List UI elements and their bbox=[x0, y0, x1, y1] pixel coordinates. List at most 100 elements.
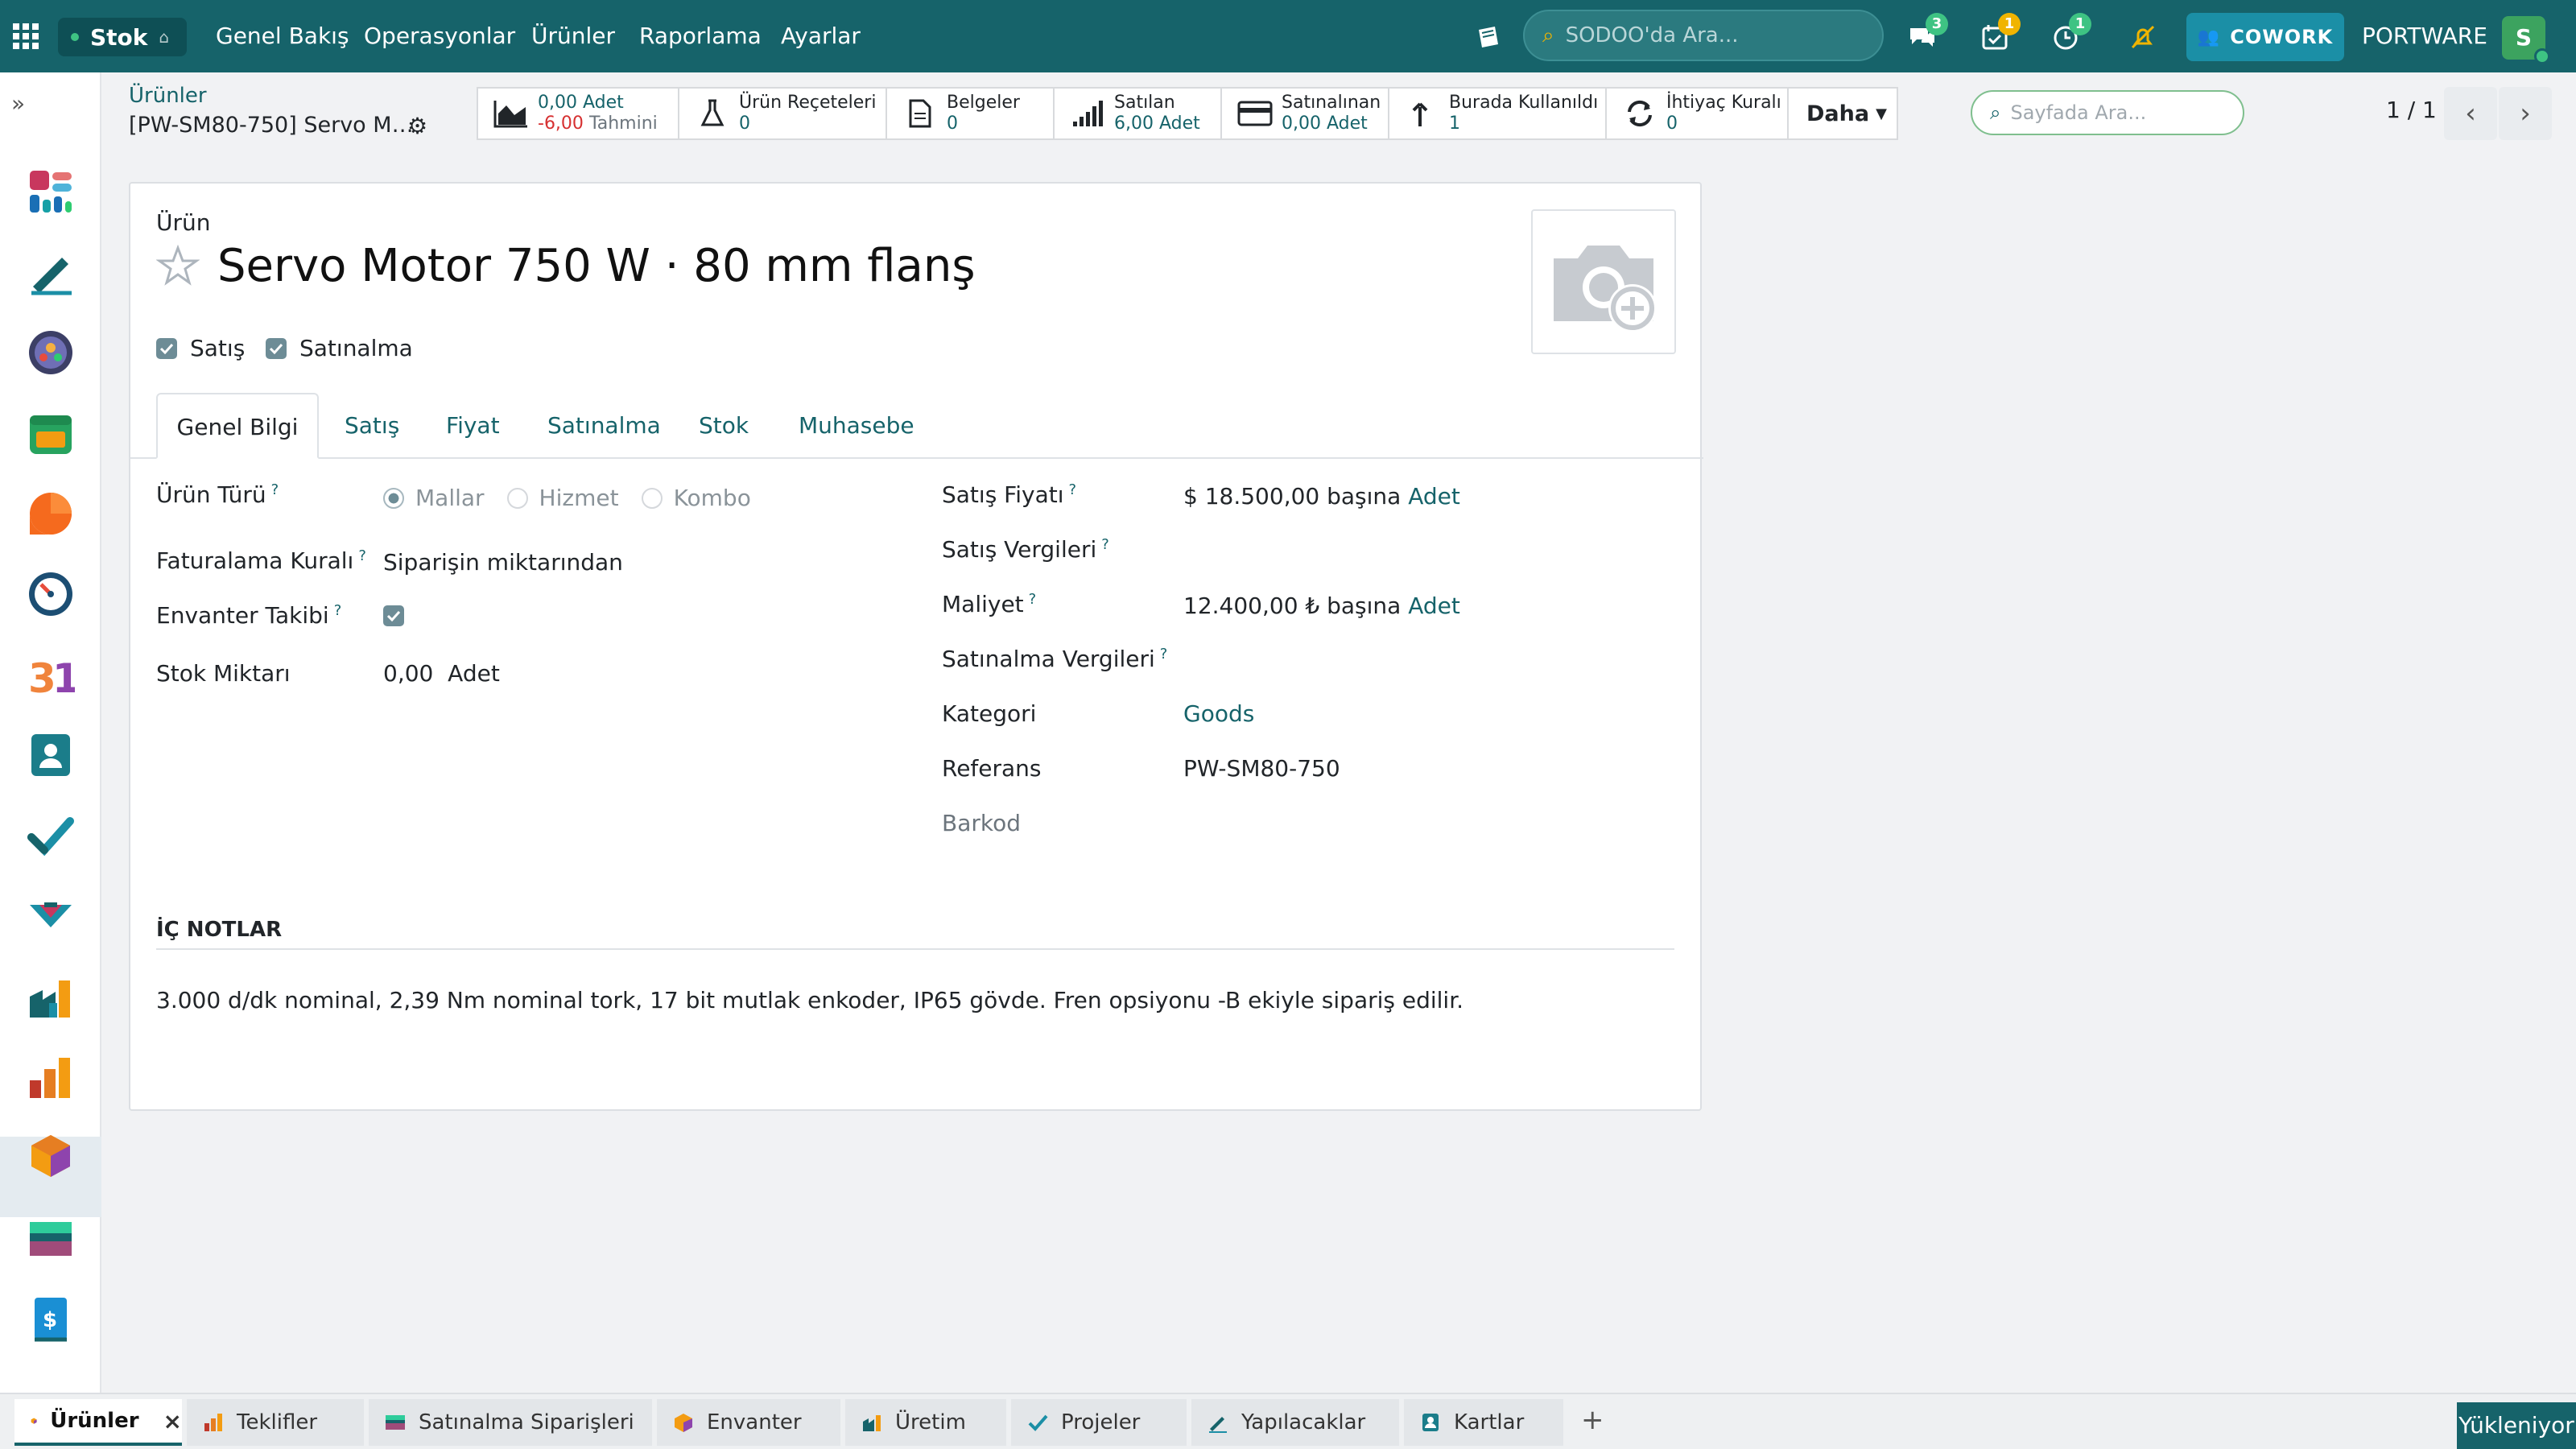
smart-button-documents[interactable]: Belgeler 0 bbox=[887, 89, 1055, 138]
rail-approvals-icon[interactable] bbox=[20, 886, 81, 947]
sold-label: Satılan bbox=[1114, 93, 1175, 113]
pager-next-button[interactable]: › bbox=[2499, 87, 2552, 140]
apps-grid-icon[interactable] bbox=[11, 22, 40, 51]
document-icon bbox=[902, 97, 939, 130]
rail-reports-icon[interactable] bbox=[20, 1046, 81, 1108]
menu-ayarlar[interactable]: Ayarlar bbox=[781, 0, 861, 72]
close-icon[interactable]: × bbox=[163, 1408, 182, 1435]
dock-tab-teklifler[interactable]: Teklifler bbox=[187, 1399, 364, 1446]
dock-tab-projeler[interactable]: Projeler bbox=[1011, 1399, 1187, 1446]
dock-tab-kartlar[interactable]: Kartlar bbox=[1404, 1399, 1563, 1446]
rail-todo-icon[interactable] bbox=[20, 805, 81, 866]
contact-card-icon bbox=[1422, 1414, 1439, 1431]
more-dropdown-button[interactable]: Daha ▼ bbox=[1789, 89, 1897, 138]
smart-button-purchased[interactable]: Satınalınan 0,00 Adet bbox=[1222, 89, 1389, 138]
timer-badge: 1 bbox=[2069, 13, 2091, 35]
gear-icon[interactable]: ⚙ bbox=[407, 113, 427, 139]
expand-rail-icon[interactable]: » bbox=[11, 90, 25, 117]
radio-mallar[interactable] bbox=[383, 487, 404, 509]
product-type-label: Ürün Türü? bbox=[156, 481, 279, 508]
tab-stok[interactable]: Stok bbox=[699, 393, 749, 459]
barcode-field[interactable] bbox=[1183, 805, 1666, 844]
rail-calendar-icon[interactable] bbox=[20, 402, 81, 464]
internal-notes-text[interactable]: 3.000 d/dk nominal, 2,39 Nm nominal tork… bbox=[156, 987, 1670, 1013]
chevron-left-icon: ‹ bbox=[2465, 97, 2476, 130]
activities-icon[interactable]: 1 bbox=[1974, 13, 2021, 58]
purchase-stripes-icon bbox=[386, 1415, 405, 1430]
category-value[interactable]: Goods bbox=[1183, 700, 1254, 727]
rail-inventory-icon[interactable] bbox=[20, 1125, 81, 1187]
refresh-icon bbox=[1621, 97, 1658, 130]
tab-satis[interactable]: Satış bbox=[345, 393, 399, 459]
documents-label: Belgeler bbox=[947, 93, 1020, 113]
dock-tab-envanter[interactable]: Envanter bbox=[657, 1399, 840, 1446]
tab-satinalma[interactable]: Satınalma bbox=[547, 393, 661, 459]
tab-fiyat[interactable]: Fiyat bbox=[446, 393, 500, 459]
menu-genel-bakis[interactable]: Genel Bakış bbox=[216, 0, 349, 72]
rail-sign-icon[interactable] bbox=[20, 242, 81, 303]
rail-purchase-icon[interactable] bbox=[20, 1208, 81, 1269]
rail-invoicing-icon[interactable]: $ bbox=[20, 1288, 81, 1349]
inventory-tracking-checkbox[interactable] bbox=[383, 605, 404, 626]
smart-button-bom[interactable]: Ürün Reçeteleri 0 bbox=[679, 89, 887, 138]
smart-button-sold[interactable]: Satılan 6,00 Adet bbox=[1055, 89, 1222, 138]
breadcrumb-parent[interactable]: Ürünler bbox=[129, 84, 207, 108]
dock-tab-label: Envanter bbox=[707, 1410, 802, 1435]
messages-icon[interactable]: 3 bbox=[1901, 13, 1948, 58]
timer-icon[interactable]: 1 bbox=[2045, 13, 2091, 58]
user-avatar[interactable]: S bbox=[2502, 16, 2550, 64]
tab-genel-bilgi[interactable]: Genel Bilgi bbox=[156, 393, 319, 459]
product-name-field[interactable]: Servo Motor 750 W · 80 mm flanş bbox=[217, 240, 976, 292]
company-switcher[interactable]: PORTWARE bbox=[2362, 0, 2487, 72]
reference-value[interactable]: PW-SM80-750 bbox=[1183, 755, 1340, 782]
purchase-taxes-field[interactable] bbox=[1183, 641, 1666, 679]
smart-button-forecast[interactable]: 0,00 Adet -6,00 Tahmini bbox=[478, 89, 679, 138]
smart-button-reorder-rules[interactable]: İhtiyaç Kuralı 0 bbox=[1607, 89, 1789, 138]
reorder-label: İhtiyaç Kuralı bbox=[1666, 93, 1781, 113]
rail-contacts-icon[interactable] bbox=[20, 724, 81, 786]
product-label: Ürün bbox=[156, 209, 211, 236]
docs-book-icon[interactable] bbox=[1467, 16, 1509, 58]
more-label: Daha bbox=[1806, 101, 1870, 126]
cost-value[interactable]: 12.400,00 ₺ başına Adet bbox=[1183, 592, 1460, 619]
pager-value[interactable]: 1 / 1 bbox=[2386, 97, 2437, 123]
dock-tab-satinalma-siparisleri[interactable]: Satınalma Siparişleri bbox=[369, 1399, 652, 1446]
smart-button-used-in[interactable]: Burada Kullanıldı 1 bbox=[1389, 89, 1607, 138]
sale-taxes-field[interactable] bbox=[1183, 531, 1666, 570]
global-search-input[interactable]: ⌕ SODOO'da Ara... bbox=[1523, 10, 1884, 61]
page-search-input[interactable]: ⌕ Sayfada Ara... bbox=[1971, 90, 2244, 135]
can-purchase-checkbox[interactable] bbox=[266, 338, 287, 359]
app-switcher-stok[interactable]: Stok ⌂ bbox=[58, 18, 187, 56]
documents-count: 0 bbox=[947, 114, 958, 134]
invoicing-policy-value[interactable]: Siparişin miktarından bbox=[383, 549, 623, 576]
favorite-star-icon[interactable] bbox=[156, 245, 200, 288]
product-image-upload[interactable] bbox=[1531, 209, 1676, 354]
radio-hizmet[interactable] bbox=[506, 487, 528, 509]
reference-label: Referans bbox=[942, 755, 1042, 782]
sale-price-value[interactable]: $ 18.500,00 başına Adet bbox=[1183, 483, 1460, 510]
check-icon bbox=[1028, 1414, 1048, 1431]
notifications-muted-icon[interactable] bbox=[2122, 16, 2164, 58]
pager-prev-button[interactable]: ‹ bbox=[2444, 87, 2497, 140]
dock-tab-urunler[interactable]: Ürünler × bbox=[14, 1399, 182, 1446]
rail-calendar31-icon[interactable]: 31 bbox=[20, 644, 81, 705]
dock-tab-uretim[interactable]: Üretim bbox=[845, 1399, 1006, 1446]
rail-manufacturing-icon[interactable] bbox=[20, 966, 81, 1027]
add-tab-icon[interactable]: + bbox=[1581, 1404, 1604, 1436]
rail-discuss-icon[interactable] bbox=[20, 483, 81, 544]
rail-community-icon[interactable] bbox=[20, 322, 81, 383]
page-search-placeholder: Sayfada Ara... bbox=[2010, 101, 2147, 124]
dock-tab-label: Satınalma Siparişleri bbox=[419, 1410, 634, 1435]
tab-muhasebe[interactable]: Muhasebe bbox=[799, 393, 914, 459]
rail-dashboard-icon[interactable] bbox=[20, 161, 81, 222]
purchased-label: Satınalınan bbox=[1282, 93, 1381, 113]
dock-tab-yapilacaklar[interactable]: Yapılacaklar bbox=[1191, 1399, 1399, 1446]
can-purchase-label: Satınalma bbox=[299, 335, 413, 361]
rail-timesheet-icon[interactable] bbox=[20, 564, 81, 625]
radio-kombo[interactable] bbox=[641, 487, 663, 509]
menu-operasyonlar[interactable]: Operasyonlar bbox=[364, 0, 515, 72]
cowork-button[interactable]: 👥 COWORK bbox=[2186, 13, 2344, 61]
menu-urunler[interactable]: Ürünler bbox=[531, 0, 615, 72]
can-sell-checkbox[interactable] bbox=[156, 338, 177, 359]
menu-raporlama[interactable]: Raporlama bbox=[639, 0, 762, 72]
